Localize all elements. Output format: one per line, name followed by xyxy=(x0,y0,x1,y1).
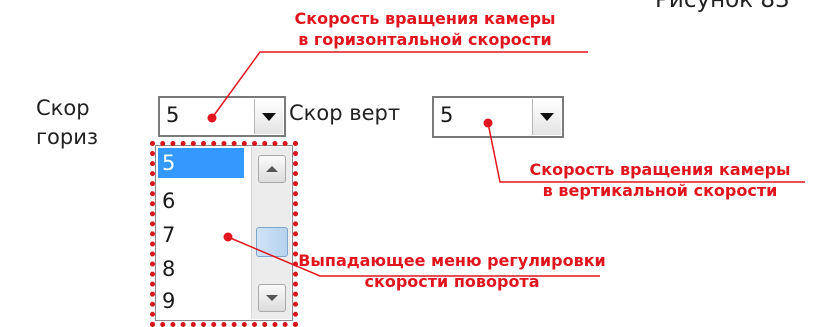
annotation-line: в вертикальной скорости xyxy=(542,181,778,200)
dropdown-annotation-dot xyxy=(223,232,233,242)
annotation-line: Выпадающее меню регулировки xyxy=(298,251,606,270)
dropdown-menu-annotation: Выпадающее меню регулировки скорости пов… xyxy=(297,250,607,292)
horizontal-speed-annotation: Скорость вращения камеры в горизонтально… xyxy=(260,8,590,50)
vertical-speed-annotation: Скорость вращения камеры в вертикальной … xyxy=(500,159,820,201)
horizontal-annotation-leader xyxy=(211,51,300,119)
annotation-line: в горизонтальной скорости xyxy=(298,30,552,49)
annotation-line: Скорость вращения камеры xyxy=(529,160,791,179)
vertical-annotation-dot xyxy=(483,118,493,128)
horizontal-annotation-dot xyxy=(207,113,217,123)
annotation-line: скорости поворота xyxy=(364,272,540,291)
annotation-line: Скорость вращения камеры xyxy=(294,9,556,28)
